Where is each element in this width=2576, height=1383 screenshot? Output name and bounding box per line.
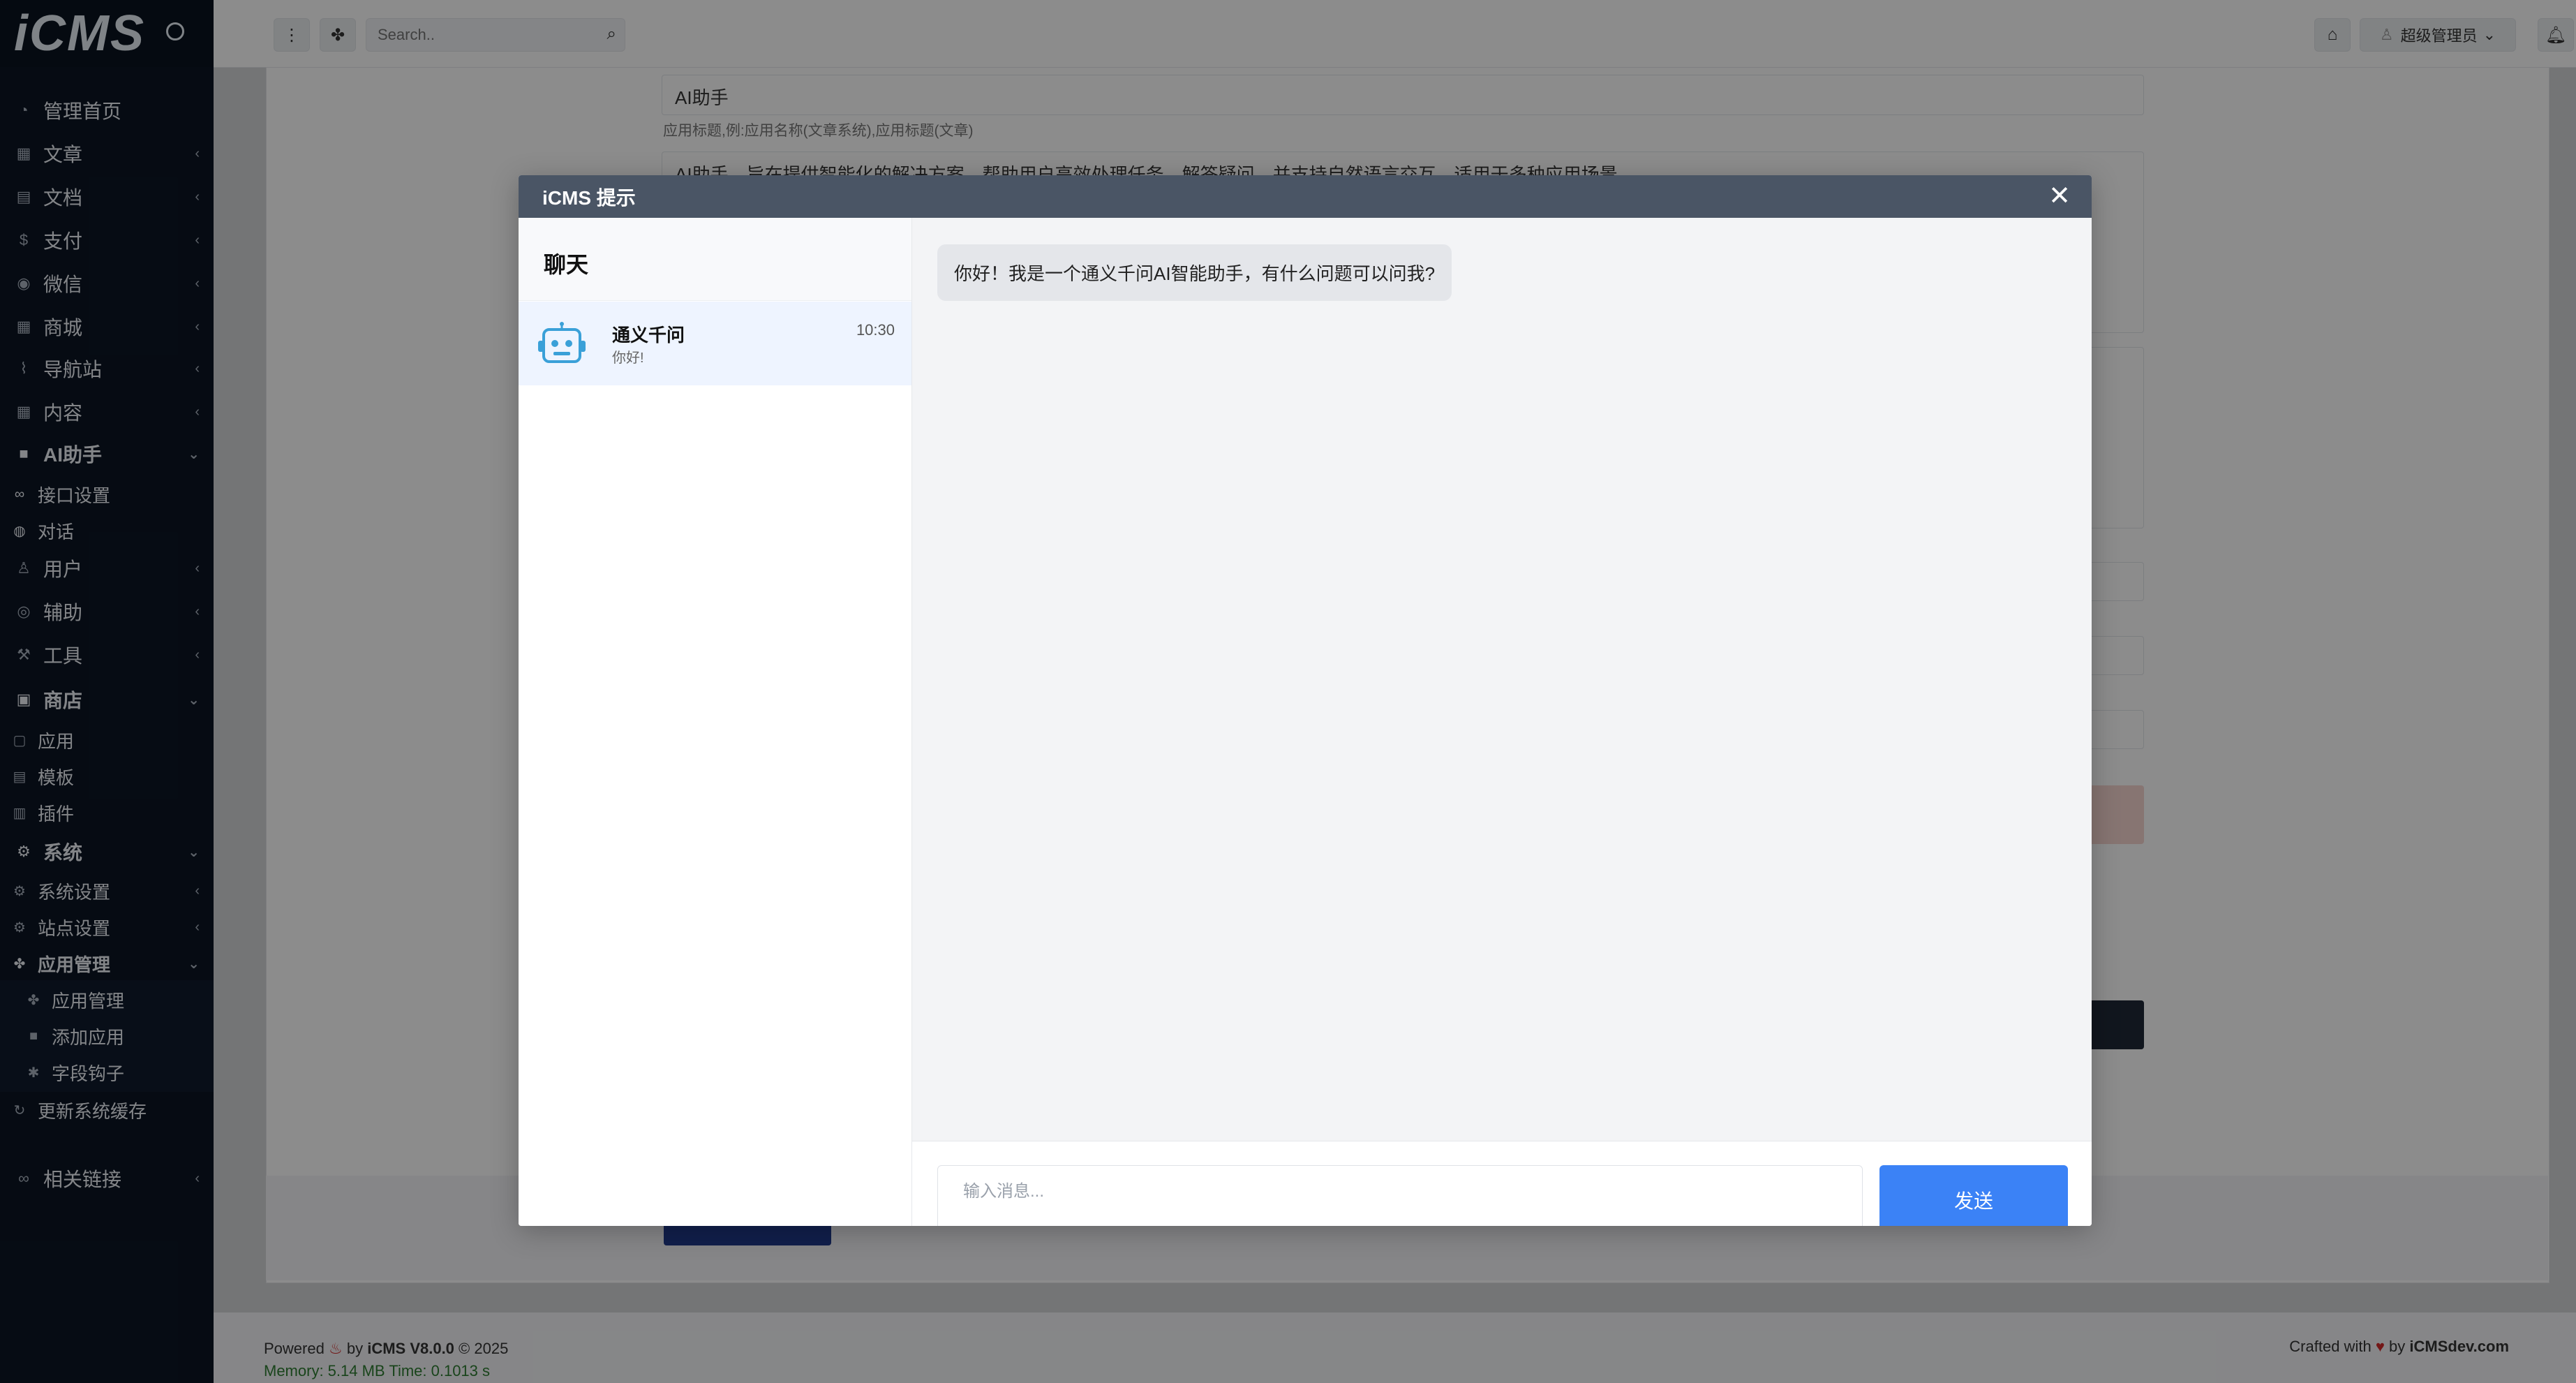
modal-title: iCMS 提示	[542, 186, 636, 209]
conversation-list-title: 聊天	[544, 252, 589, 277]
send-button[interactable]: 发送	[1879, 1165, 2068, 1226]
chat-panel: 你好！我是一个通义千问AI智能助手，有什么问题可以问我? 发送	[912, 218, 2092, 1226]
assistant-message: 你好！我是一个通义千问AI智能助手，有什么问题可以问我?	[937, 244, 1452, 301]
chat-input-area: 发送	[912, 1141, 2092, 1226]
conversation-list: 聊天 通义千问 你好! 10:30	[519, 218, 912, 1226]
modal-header: iCMS 提示 ✕	[519, 175, 2092, 218]
robot-icon	[538, 322, 586, 363]
conversation-name: 通义千问	[612, 325, 685, 346]
conversation-list-header: 聊天	[519, 218, 911, 301]
conversation-preview: 你好!	[612, 350, 644, 366]
conversation-item[interactable]: 通义千问 你好! 10:30	[519, 302, 911, 385]
close-icon[interactable]: ✕	[2048, 182, 2071, 210]
chat-modal: iCMS 提示 ✕ 聊天 通义千问 你好! 10:30 你好！我是一个通义千问A…	[519, 175, 2092, 1226]
message-input[interactable]	[937, 1165, 1863, 1226]
conversation-time: 10:30	[856, 321, 895, 339]
